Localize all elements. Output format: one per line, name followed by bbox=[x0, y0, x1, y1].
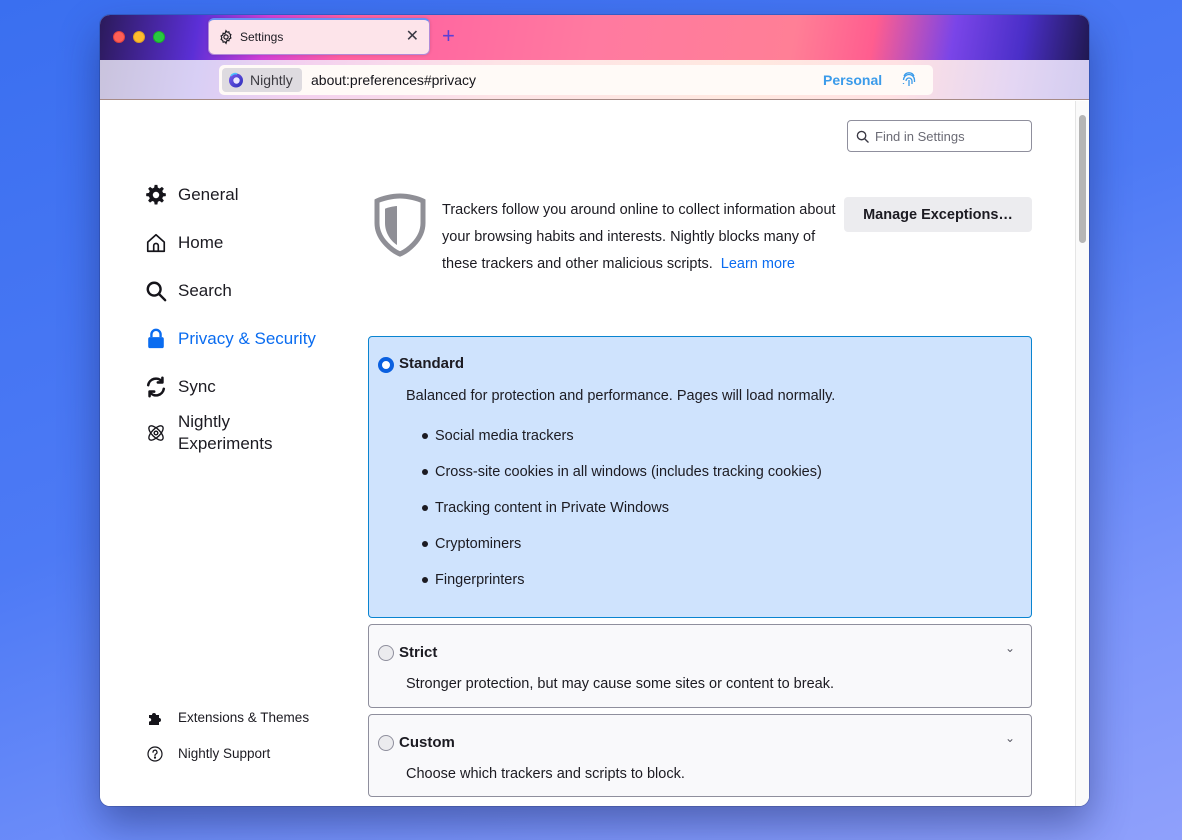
bullet-text: Social media trackers bbox=[435, 428, 574, 444]
nav-toolbar: Nightly about:preferences#privacy Person… bbox=[100, 60, 1089, 134]
title-bar: Settings ✕ + bbox=[100, 15, 1089, 60]
puzzle-icon bbox=[146, 709, 164, 727]
sidebar-item-label: Nightly Experiments bbox=[178, 411, 272, 455]
url-bar[interactable]: Nightly about:preferences#privacy Person… bbox=[219, 65, 933, 95]
gear-icon bbox=[144, 183, 168, 207]
fingerprint-icon bbox=[902, 72, 916, 86]
sync-icon bbox=[144, 375, 168, 399]
strict-radio[interactable] bbox=[378, 645, 394, 661]
bullet-text: Fingerprinters bbox=[435, 572, 525, 588]
vertical-scrollbar[interactable] bbox=[1075, 101, 1089, 806]
gear-icon bbox=[220, 29, 232, 45]
sidebar-item-privacy-security[interactable]: Privacy & Security bbox=[144, 327, 316, 351]
list-item: Social media trackers bbox=[422, 428, 574, 444]
manage-exceptions-button[interactable]: Manage Exceptions… bbox=[844, 197, 1032, 232]
option-custom[interactable]: Custom ⌄ Choose which trackers and scrip… bbox=[368, 714, 1032, 797]
bullet-text: Cryptominers bbox=[435, 536, 522, 552]
sidebar-footer-label: Nightly Support bbox=[178, 746, 271, 761]
new-tab-button[interactable]: + bbox=[442, 25, 455, 47]
sidebar-item-label: Sync bbox=[178, 377, 216, 396]
option-title: Strict bbox=[399, 644, 438, 661]
sidebar-item-label-line1: Nightly bbox=[178, 412, 230, 431]
option-strict[interactable]: Strict ⌄ Stronger protection, but may ca… bbox=[368, 624, 1032, 708]
find-in-settings-input[interactable] bbox=[875, 128, 1025, 144]
bullet-text: Cross-site cookies in all windows (inclu… bbox=[435, 464, 822, 480]
sidebar-nightly-support[interactable]: Nightly Support bbox=[146, 743, 270, 765]
sidebar-item-search[interactable]: Search bbox=[144, 279, 232, 303]
search-icon bbox=[144, 279, 168, 303]
option-description: Choose which trackers and scripts to blo… bbox=[406, 766, 685, 782]
standard-radio[interactable] bbox=[378, 357, 394, 373]
list-item: Fingerprinters bbox=[422, 572, 524, 588]
option-title: Custom bbox=[399, 734, 455, 751]
sidebar-item-label: Privacy & Security bbox=[178, 329, 316, 348]
option-description: Balanced for protection and performance.… bbox=[406, 388, 836, 404]
sidebar-item-label: Search bbox=[178, 281, 232, 300]
sidebar-footer-label: Extensions & Themes bbox=[178, 710, 310, 725]
tab-settings[interactable]: Settings ✕ bbox=[208, 18, 430, 55]
chevron-down-icon[interactable]: ⌄ bbox=[1005, 731, 1015, 745]
close-tab-icon[interactable]: ✕ bbox=[406, 29, 419, 45]
sidebar-item-home[interactable]: Home bbox=[144, 231, 223, 255]
tracking-intro: Trackers follow you around online to col… bbox=[442, 197, 842, 278]
scrollbar-thumb[interactable] bbox=[1079, 115, 1086, 243]
lock-icon bbox=[144, 327, 168, 351]
container-label[interactable]: Personal bbox=[823, 72, 882, 88]
identity-box[interactable]: Nightly bbox=[222, 68, 302, 92]
list-item: Cryptominers bbox=[422, 536, 521, 552]
browser-window: Settings ✕ + Nightly about:preferences#p… bbox=[100, 15, 1089, 806]
tab-title: Settings bbox=[240, 30, 284, 44]
atom-icon bbox=[144, 421, 168, 445]
home-icon bbox=[144, 231, 168, 255]
help-icon bbox=[146, 745, 164, 763]
shield-icon bbox=[374, 193, 426, 257]
settings-page: General Home Search Privacy & Security S… bbox=[100, 101, 1089, 806]
list-item: Cross-site cookies in all windows (inclu… bbox=[422, 464, 822, 480]
learn-more-link[interactable]: Learn more bbox=[721, 256, 795, 272]
option-standard[interactable]: Standard Balanced for protection and per… bbox=[368, 336, 1032, 618]
bullet-text: Tracking content in Private Windows bbox=[435, 500, 669, 516]
list-item: Tracking content in Private Windows bbox=[422, 500, 669, 516]
search-icon bbox=[856, 130, 869, 143]
minimize-window-button[interactable] bbox=[133, 31, 145, 43]
find-in-settings[interactable] bbox=[847, 120, 1032, 152]
close-window-button[interactable] bbox=[113, 31, 125, 43]
sidebar-item-label-line2: Experiments bbox=[178, 434, 273, 453]
nightly-logo-icon bbox=[229, 72, 243, 88]
option-description: Stronger protection, but may cause some … bbox=[406, 676, 834, 692]
url-text[interactable]: about:preferences#privacy bbox=[311, 72, 476, 88]
custom-radio[interactable] bbox=[378, 735, 394, 751]
sidebar-item-label: Home bbox=[178, 233, 224, 252]
sidebar-item-label: General bbox=[178, 185, 239, 204]
chevron-down-icon[interactable]: ⌄ bbox=[1005, 641, 1015, 655]
option-title: Standard bbox=[399, 355, 465, 372]
identity-label: Nightly bbox=[250, 72, 293, 88]
sidebar-extensions-themes[interactable]: Extensions & Themes bbox=[146, 707, 309, 729]
sidebar-item-sync[interactable]: Sync bbox=[144, 375, 216, 399]
zoom-window-button[interactable] bbox=[153, 31, 165, 43]
sidebar-item-nightly-experiments[interactable]: Nightly Experiments bbox=[144, 411, 272, 455]
sidebar-item-general[interactable]: General bbox=[144, 183, 238, 207]
